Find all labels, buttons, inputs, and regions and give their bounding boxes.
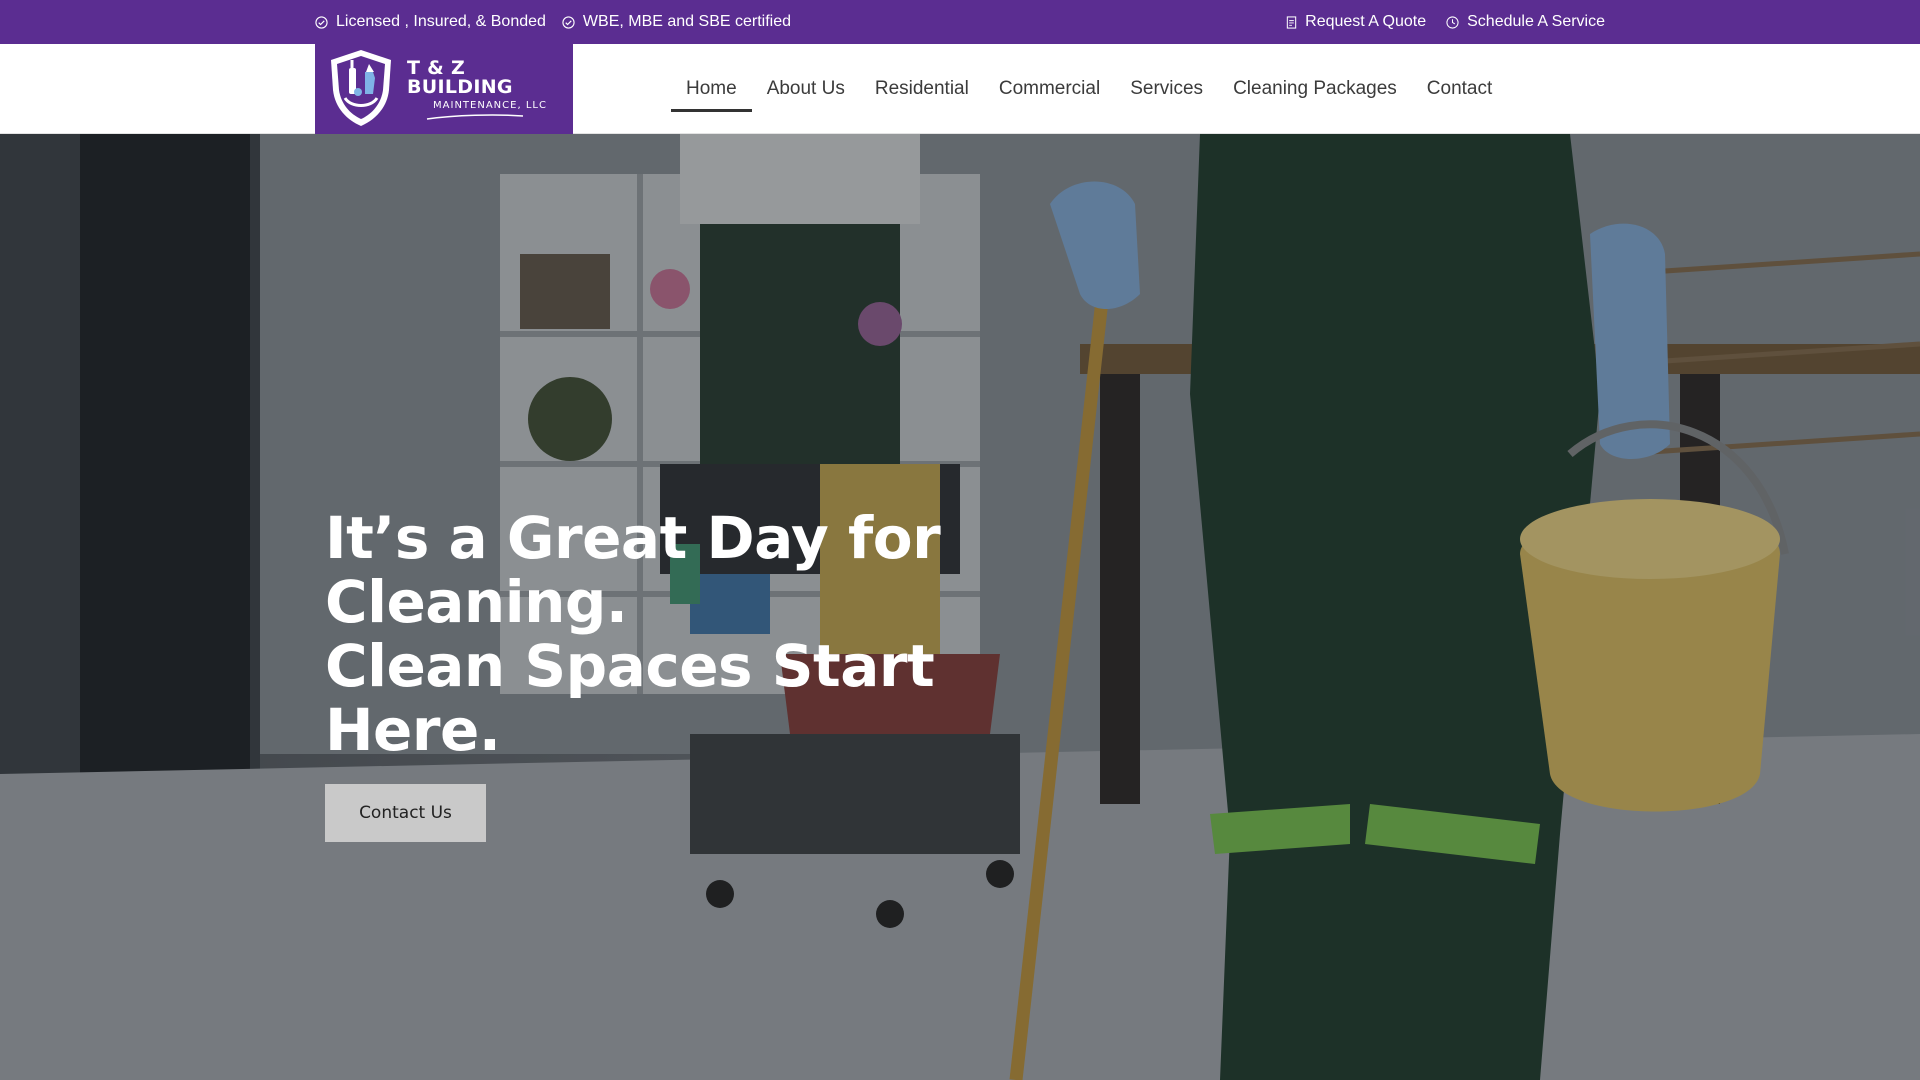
logo-line2: MAINTENANCE, LLC — [433, 99, 547, 111]
headline-line: Here. — [325, 696, 501, 764]
logo-wordmark: T & Z BUILDING MAINTENANCE, LLC — [407, 56, 573, 120]
request-quote-label: Request A Quote — [1305, 13, 1427, 30]
document-icon — [1286, 15, 1297, 29]
badge-label: Licensed , Insured, & Bonded — [336, 13, 546, 30]
nav-commercial[interactable]: Commercial — [984, 44, 1115, 134]
headline-line: Cleaning. — [325, 568, 628, 636]
request-quote-link[interactable]: Request A Quote — [1286, 13, 1426, 31]
nav-cleaning-packages[interactable]: Cleaning Packages — [1218, 44, 1412, 134]
site-logo[interactable]: T & Z BUILDING MAINTENANCE, LLC — [315, 44, 573, 134]
nav-home[interactable]: Home — [671, 44, 752, 134]
hero-headline: It’s a Great Day for Cleaning. Clean Spa… — [325, 506, 945, 762]
top-info-bar: Licensed , Insured, & Bonded WBE, MBE an… — [0, 0, 1920, 44]
badge-certified: WBE, MBE and SBE certified — [562, 13, 791, 31]
badge-label: WBE, MBE and SBE certified — [582, 13, 791, 30]
headline-line: It’s a Great Day for — [325, 504, 941, 572]
clock-icon — [1446, 15, 1459, 29]
check-circle-icon — [315, 15, 328, 29]
nav-about-us[interactable]: About Us — [752, 44, 860, 134]
badge-licensed: Licensed , Insured, & Bonded — [315, 13, 546, 31]
top-links: Request A Quote Schedule A Service — [1286, 0, 1605, 44]
nav-residential[interactable]: Residential — [860, 44, 984, 134]
certification-badges: Licensed , Insured, & Bonded WBE, MBE an… — [315, 0, 791, 44]
nav-services[interactable]: Services — [1115, 44, 1218, 134]
shield-logo-icon — [325, 46, 397, 133]
check-circle-icon — [562, 15, 575, 29]
logo-line1: T & Z BUILDING — [407, 56, 513, 98]
schedule-service-link[interactable]: Schedule A Service — [1446, 13, 1605, 31]
hero-dark-overlay — [0, 134, 1920, 1080]
nav-contact[interactable]: Contact — [1412, 44, 1507, 134]
headline-line: Clean Spaces Start — [325, 632, 935, 700]
site-header: T & Z BUILDING MAINTENANCE, LLC Home Abo… — [0, 44, 1920, 134]
contact-us-button[interactable]: Contact Us — [325, 784, 486, 842]
main-nav: Home About Us Residential Commercial Ser… — [671, 44, 1507, 134]
hero-section: It’s a Great Day for Cleaning. Clean Spa… — [0, 134, 1920, 1080]
schedule-service-label: Schedule A Service — [1467, 13, 1605, 30]
logo-swoosh — [426, 113, 524, 120]
